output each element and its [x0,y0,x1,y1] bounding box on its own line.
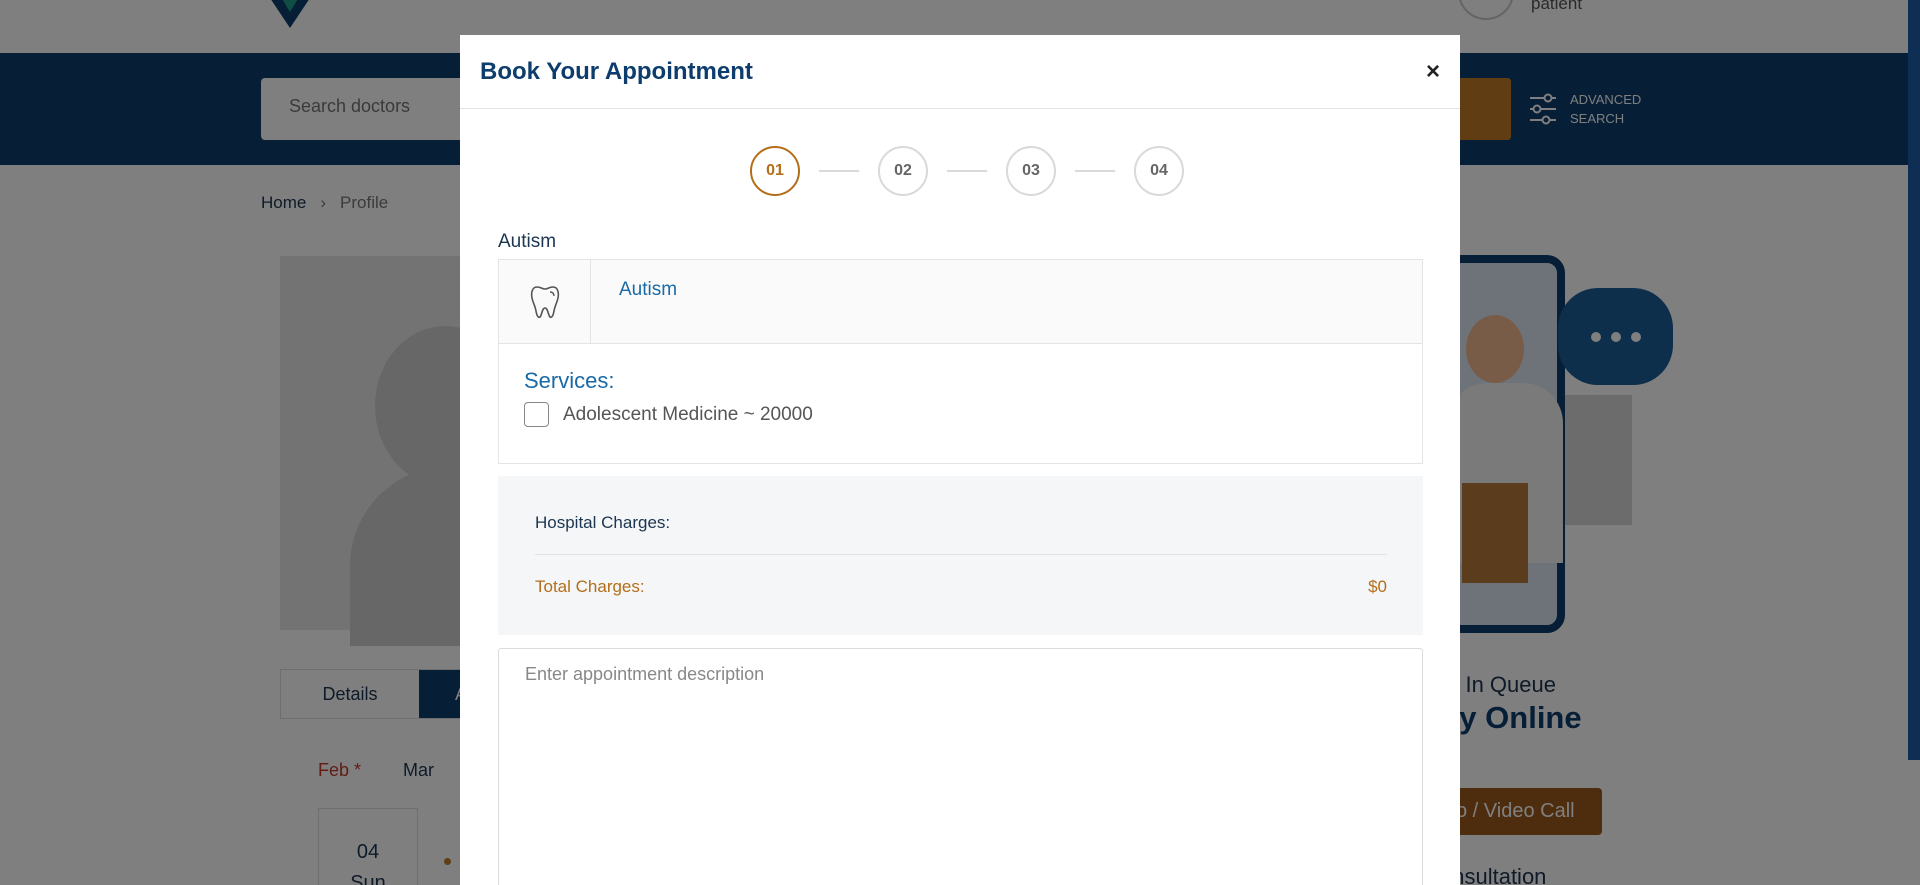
step-connector [947,170,987,172]
total-charges-value: $0 [1368,577,1387,596]
step-indicator: 01 02 03 04 [750,146,1184,196]
modal-title: Book Your Appointment [480,57,753,85]
close-button[interactable]: × [1426,59,1440,84]
specialty-header[interactable]: Autism [499,260,1422,344]
charges-divider [535,554,1387,555]
tooth-icon [530,286,559,319]
booking-modal: Book Your Appointment × 01 02 03 04 Auti… [460,35,1460,885]
service-label: Adolescent Medicine ~ 20000 [563,403,813,425]
step-2[interactable]: 02 [878,146,928,196]
step-connector [819,170,859,172]
description-textarea[interactable] [498,648,1423,885]
total-charges-label: Total Charges: [535,577,645,596]
hospital-charges-label: Hospital Charges: [535,513,671,532]
hospital-charges-row: Hospital Charges: [535,513,1387,533]
service-checkbox[interactable] [524,402,549,427]
step-4[interactable]: 04 [1134,146,1184,196]
specialty-label: Autism [498,231,557,252]
specialty-name: Autism [619,279,678,300]
total-charges-row: Total Charges: $0 [535,577,1387,597]
specialty-card: Autism Services: Adolescent Medicine ~ 2… [498,259,1423,464]
step-1[interactable]: 01 [750,146,800,196]
modal-header: Book Your Appointment × [460,35,1460,109]
services-title: Services: [524,368,615,393]
step-connector [1075,170,1115,172]
step-3[interactable]: 03 [1006,146,1056,196]
charges-summary: Hospital Charges: Total Charges: $0 [498,476,1423,635]
specialty-icon-box [499,260,591,344]
service-option[interactable]: Adolescent Medicine ~ 20000 [524,402,813,427]
